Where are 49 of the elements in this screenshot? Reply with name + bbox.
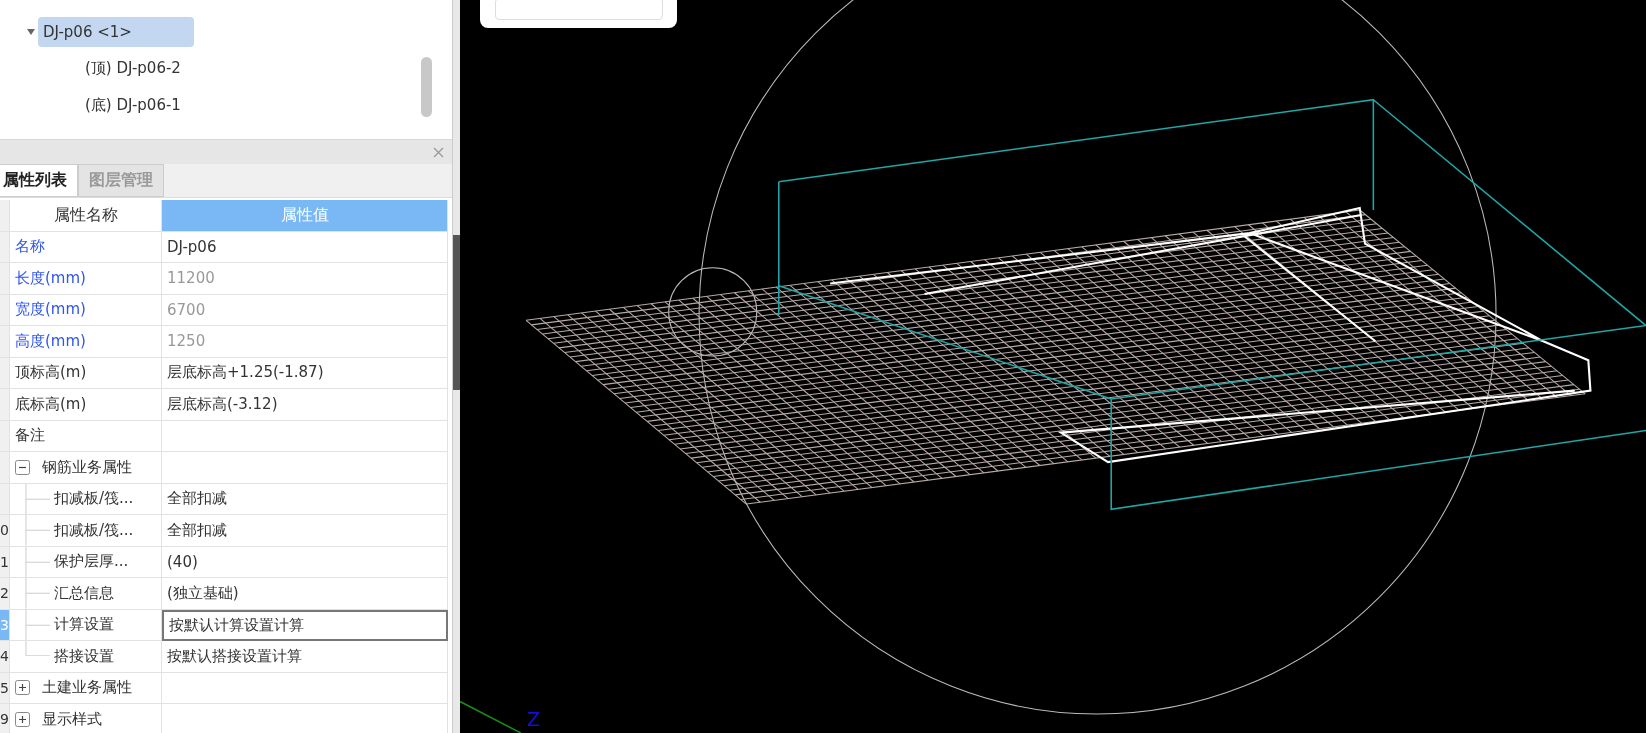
property-value[interactable]: DJ-p06	[162, 231, 448, 263]
row-header	[0, 200, 10, 232]
row-number: 5	[0, 672, 10, 704]
plus-box-icon[interactable]	[15, 711, 30, 727]
axis-label: Z	[527, 708, 541, 730]
property-value[interactable]: 层底标高(-3.12)	[162, 389, 448, 421]
tree-item[interactable]: (顶) DJ-p06-2	[80, 53, 186, 84]
property-name: 底标高(m)	[10, 389, 162, 421]
property-name: 搭接设置	[54, 646, 114, 666]
tree-item[interactable]: DJ-p06 <1>	[38, 16, 194, 47]
property-name: 扣减板/筏...	[54, 520, 134, 540]
property-name: 汇总信息	[54, 583, 114, 603]
tree-line-icon	[25, 546, 51, 577]
property-name: 备注	[10, 420, 162, 452]
property-value[interactable]: 按默认搭接设置计算	[162, 641, 448, 673]
tree-line-icon	[25, 483, 51, 514]
group-name: 钢筋业务属性	[42, 457, 132, 477]
tab[interactable]: 属性列表	[0, 164, 78, 197]
property-name: 名称	[10, 231, 162, 263]
property-value[interactable]: (40)	[162, 546, 448, 578]
property-value[interactable]: 全部扣减	[162, 515, 448, 547]
property-name: 宽度(mm)	[10, 294, 162, 326]
property-value[interactable]: 按默认计算设置计算	[162, 609, 448, 641]
group-name: 显示样式	[42, 709, 102, 729]
property-name: 高度(mm)	[10, 326, 162, 358]
property-value[interactable]: 全部扣减	[162, 483, 448, 515]
tree-item[interactable]: (底) DJ-p06-1	[80, 90, 186, 121]
row-number: 0	[0, 515, 10, 547]
property-name: 保护层厚...	[54, 552, 129, 572]
input-field[interactable]	[494, 0, 663, 20]
row-number: 4	[0, 641, 10, 673]
axis-line	[460, 700, 522, 733]
scrollbar-thumb[interactable]	[421, 57, 432, 117]
plus-box-icon[interactable]	[15, 680, 30, 696]
property-name: 扣减板/筏...	[54, 489, 134, 509]
minus-box-icon[interactable]	[15, 459, 30, 475]
row-number: 1	[0, 546, 10, 578]
row-number: 3	[0, 609, 10, 641]
property-value[interactable]: 层底标高+1.25(-1.87)	[162, 357, 448, 389]
row-number: 9	[0, 704, 10, 733]
property-name: 顶标高(m)	[10, 357, 162, 389]
tree-line-icon	[25, 515, 51, 546]
collapse-arrow-icon[interactable]	[26, 27, 36, 36]
row-number: 2	[0, 578, 10, 610]
tree-line-icon	[25, 578, 51, 609]
property-name: 计算设置	[54, 615, 114, 635]
property-value[interactable]: (独立基础)	[162, 578, 448, 610]
property-name: 长度(mm)	[10, 263, 162, 295]
group-name: 土建业务属性	[42, 678, 132, 698]
